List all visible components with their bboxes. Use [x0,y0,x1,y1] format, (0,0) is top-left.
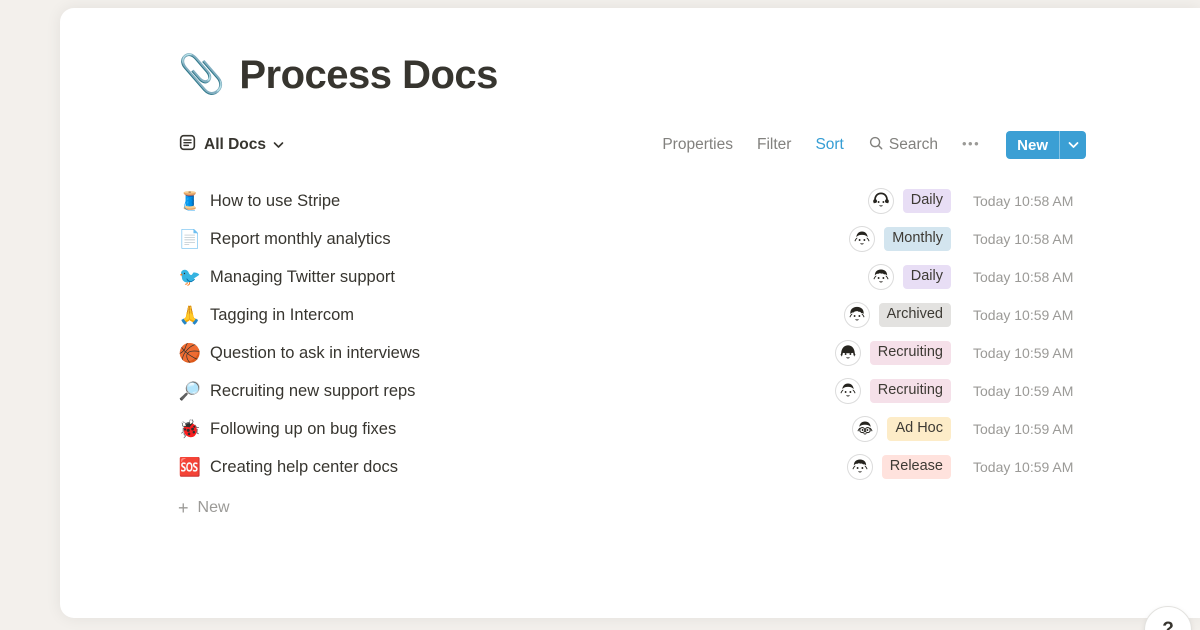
avatar-short [835,378,861,404]
avatar-wavy [847,454,873,480]
last-edited-timestamp: Today 10:59 AM [973,421,1086,437]
list-view-icon [178,133,197,157]
last-edited-timestamp: Today 10:58 AM [973,193,1086,209]
doc-emoji-icon: 🐞 [178,420,202,438]
table-row[interactable]: 🏀 Question to ask in interviews Recruiti… [178,334,1086,372]
doc-title[interactable]: Recruiting new support reps [210,382,415,401]
doc-emoji-icon: 🐦 [178,268,202,286]
doc-title[interactable]: Question to ask in interviews [210,344,420,363]
doc-title[interactable]: Tagging in Intercom [210,306,354,325]
doc-emoji-icon: 🆘 [178,458,202,476]
last-edited-timestamp: Today 10:58 AM [973,231,1086,247]
tag-badge: Recruiting [870,379,951,403]
table-row[interactable]: 🐞 Following up on bug fixes Ad Hoc Today… [178,410,1086,448]
search-button[interactable]: Search [868,135,938,156]
page-title: Process Docs [239,53,498,98]
view-selector-label: All Docs [204,136,266,154]
page-icon-paperclip[interactable]: 📎 [178,56,225,94]
more-options-button[interactable]: ••• [962,136,980,155]
toolbar-actions: Properties Filter Sort Search ••• New [662,131,1086,159]
page-content: 📎 Process Docs All Docs Properties Filte… [178,8,1086,524]
doc-emoji-icon: 📄 [178,230,202,248]
add-new-row-label: New [198,499,230,517]
chevron-down-icon [273,136,284,154]
tag-badge: Daily [903,265,951,289]
table-row[interactable]: 🆘 Creating help center docs Release Toda… [178,448,1086,486]
tag-badge: Monthly [884,227,951,251]
filter-button[interactable]: Filter [757,136,791,154]
avatar-glasses [852,416,878,442]
last-edited-timestamp: Today 10:58 AM [973,269,1086,285]
page-card: 📎 Process Docs All Docs Properties Filte… [60,8,1200,618]
last-edited-timestamp: Today 10:59 AM [973,459,1086,475]
sort-button[interactable]: Sort [815,136,843,154]
new-button-dropdown[interactable] [1060,131,1086,159]
doc-emoji-icon: 🙏 [178,306,202,324]
doc-title[interactable]: Managing Twitter support [210,268,395,287]
doc-title[interactable]: Following up on bug fixes [210,420,396,439]
last-edited-timestamp: Today 10:59 AM [973,345,1086,361]
table-row[interactable]: 🧵 How to use Stripe Daily Today 10:58 AM [178,182,1086,220]
doc-emoji-icon: 🔎 [178,382,202,400]
avatar-wavy [868,264,894,290]
table-row[interactable]: 🙏 Tagging in Intercom Archived Today 10:… [178,296,1086,334]
tag-badge: Daily [903,189,951,213]
plus-icon: + [178,499,189,517]
search-icon [868,135,884,156]
table-row[interactable]: 📄 Report monthly analytics Monthly Today… [178,220,1086,258]
doc-title[interactable]: Report monthly analytics [210,230,391,249]
last-edited-timestamp: Today 10:59 AM [973,307,1086,323]
avatar-bob [835,340,861,366]
table-row[interactable]: 🐦 Managing Twitter support Daily Today 1… [178,258,1086,296]
avatar-curly [844,302,870,328]
doc-title[interactable]: Creating help center docs [210,458,398,477]
view-selector-all-docs[interactable]: All Docs [178,133,284,157]
view-toolbar: All Docs Properties Filter Sort Search •… [178,130,1086,160]
doc-title[interactable]: How to use Stripe [210,192,340,211]
properties-button[interactable]: Properties [662,136,733,154]
doc-list: 🧵 How to use Stripe Daily Today 10:58 AM… [178,182,1086,486]
tag-badge: Recruiting [870,341,951,365]
page-header: 📎 Process Docs [178,46,1086,104]
doc-emoji-icon: 🏀 [178,344,202,362]
avatar-headphones [868,188,894,214]
tag-badge: Archived [879,303,951,327]
search-label: Search [889,136,938,154]
add-new-row-button[interactable]: + New [178,492,1086,524]
tag-badge: Ad Hoc [887,417,951,441]
last-edited-timestamp: Today 10:59 AM [973,383,1086,399]
table-row[interactable]: 🔎 Recruiting new support reps Recruiting… [178,372,1086,410]
new-button-group: New [1006,131,1086,159]
tag-badge: Release [882,455,951,479]
avatar-short [849,226,875,252]
new-button[interactable]: New [1006,131,1059,159]
doc-emoji-icon: 🧵 [178,192,202,210]
